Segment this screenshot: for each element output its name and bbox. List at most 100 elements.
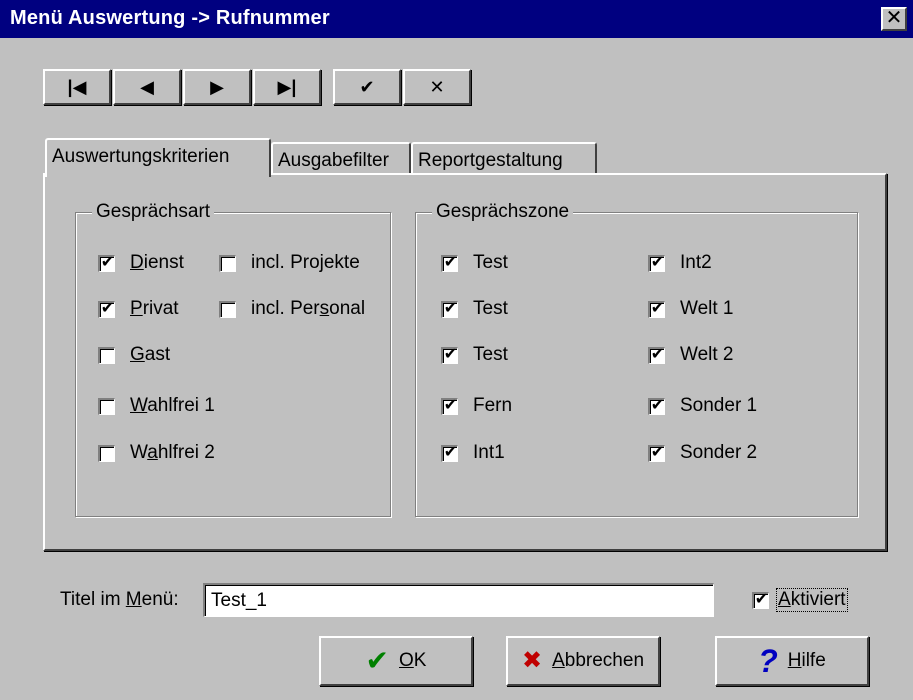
checkbox-label: Fern (473, 395, 513, 416)
titel-label: Titel im Menü: (60, 589, 179, 610)
checkbox-dienst[interactable]: ✔ Dienst (98, 252, 184, 274)
checkbox-box[interactable]: ✔ (648, 299, 665, 318)
checkbox-box[interactable]: ✔ (441, 254, 458, 272)
checkbox-box[interactable]: ✔ (98, 444, 115, 462)
checkbox-box[interactable]: ✔ (219, 300, 236, 318)
checkbox-label: Welt 2 (680, 344, 734, 365)
checkbox-box[interactable]: ✔ (648, 345, 665, 364)
checkbox-zone-sonder-1[interactable]: ✔ Sonder 1 (648, 395, 757, 417)
checkmark-icon: ✔ (359, 76, 375, 97)
titel-input[interactable]: Test_1 (203, 583, 714, 617)
checkbox-privat[interactable]: ✔ Privat (98, 298, 179, 320)
first-record-button[interactable]: |◀ (43, 69, 111, 105)
close-button[interactable]: ✕ (881, 7, 907, 31)
button-label: Hilfe (787, 650, 826, 671)
checkmark-icon: ✔ (100, 299, 115, 317)
checkmark-icon: ✔ (754, 590, 769, 608)
group-label-gespraechsart: Gesprächsart (92, 201, 215, 223)
checkbox-zone-int2[interactable]: ✔ Int2 (648, 252, 712, 274)
next-record-button[interactable]: ▶ (183, 69, 251, 105)
button-label: Abbrechen (552, 650, 645, 671)
checkbox-box[interactable]: ✔ (648, 253, 665, 272)
checkbox-label: Int1 (473, 442, 505, 463)
checkbox-box[interactable]: ✔ (98, 346, 115, 364)
confirm-button[interactable]: ✔ (333, 69, 401, 105)
checkmark-icon: ✔ (650, 443, 665, 461)
close-icon: ✕ (885, 7, 903, 29)
checkbox-box[interactable]: ✔ (441, 299, 458, 318)
group-label-gespraechszone: Gesprächszone (432, 201, 574, 223)
title-bar: Menü Auswertung -> Rufnummer ✕ (0, 0, 913, 38)
help-question-icon: ? (758, 643, 778, 679)
checkbox-zone-test-2[interactable]: ✔ Test (441, 298, 508, 320)
previous-record-button[interactable]: ◀ (113, 69, 181, 105)
checkbox-zone-test-3[interactable]: ✔ Test (441, 344, 508, 366)
checkbox-label: Sonder 2 (680, 442, 758, 463)
last-record-button[interactable]: ▶| (253, 69, 321, 105)
checkbox-zone-test-1[interactable]: ✔ Test (441, 252, 508, 274)
checkbox-label: Test (473, 344, 508, 365)
checkmark-icon: ✔ (443, 443, 458, 461)
checkbox-box[interactable]: ✔ (219, 254, 236, 272)
checkbox-incl-personal[interactable]: ✔ incl. Personal (219, 298, 365, 320)
checkmark-icon: ✔ (100, 253, 115, 271)
checkbox-label: incl. Personal (251, 298, 366, 319)
abbrechen-button[interactable]: ✖ Abbrechen (506, 636, 660, 686)
checkbox-label: Test (473, 298, 508, 319)
checkbox-label: Gast (130, 344, 171, 365)
tab-ausgabefilter[interactable]: Ausgabefilter (271, 142, 411, 173)
checkbox-label: Wahlfrei 1 (130, 395, 215, 416)
checkmark-icon: ✔ (443, 345, 458, 363)
checkbox-box[interactable]: ✔ (98, 299, 115, 318)
next-icon: ▶ (210, 76, 224, 97)
checkbox-label: Dienst (130, 252, 184, 273)
checkbox-box[interactable]: ✔ (648, 396, 665, 415)
checkbox-label: Sonder 1 (680, 395, 758, 416)
button-label: OK (399, 650, 427, 671)
checkbox-zone-fern[interactable]: ✔ Fern (441, 395, 512, 417)
checkbox-box[interactable]: ✔ (441, 443, 458, 462)
ok-button[interactable]: ✔ OK (319, 636, 473, 686)
checkbox-wahlfrei-1[interactable]: ✔ Wahlfrei 1 (98, 395, 215, 417)
checkbox-label: Int2 (680, 252, 712, 273)
checkbox-box[interactable]: ✔ (441, 396, 458, 415)
checkmark-icon: ✔ (650, 396, 665, 414)
checkbox-label: Test (473, 252, 508, 273)
green-check-icon: ✔ (365, 645, 389, 676)
red-x-icon: ✖ (521, 647, 543, 674)
checkbox-label: incl. Projekte (251, 252, 360, 273)
skip-first-icon: |◀ (67, 76, 87, 97)
skip-last-icon: ▶| (277, 76, 297, 97)
tab-reportgestaltung[interactable]: Reportgestaltung (411, 142, 597, 173)
tab-label: Ausgabefilter (278, 150, 389, 171)
checkbox-aktiviert[interactable]: ✔ Aktiviert (752, 588, 848, 612)
checkmark-icon: ✔ (443, 299, 458, 317)
checkbox-label: Wahlfrei 2 (130, 442, 215, 463)
x-icon: ✕ (429, 76, 445, 97)
checkbox-label: Welt 1 (680, 298, 734, 319)
checkbox-box[interactable]: ✔ (441, 345, 458, 364)
tab-label: Auswertungskriterien (52, 146, 230, 167)
checkbox-zone-welt-1[interactable]: ✔ Welt 1 (648, 298, 734, 320)
checkbox-zone-sonder-2[interactable]: ✔ Sonder 2 (648, 442, 757, 464)
active-tab-joint (47, 172, 269, 177)
checkbox-box[interactable]: ✔ (98, 253, 115, 272)
checkbox-wahlfrei-2[interactable]: ✔ Wahlfrei 2 (98, 442, 215, 464)
checkbox-zone-welt-2[interactable]: ✔ Welt 2 (648, 344, 734, 366)
hilfe-button[interactable]: ? Hilfe (715, 636, 869, 686)
checkmark-icon: ✔ (650, 345, 665, 363)
checkbox-label: Aktiviert (776, 588, 848, 612)
checkbox-zone-int1[interactable]: ✔ Int1 (441, 442, 505, 464)
checkmark-icon: ✔ (650, 299, 665, 317)
previous-icon: ◀ (140, 76, 154, 97)
checkbox-incl-projekte[interactable]: ✔ incl. Projekte (219, 252, 360, 274)
checkbox-box[interactable]: ✔ (648, 443, 665, 462)
checkbox-box[interactable]: ✔ (752, 590, 769, 609)
checkbox-gast[interactable]: ✔ Gast (98, 344, 170, 366)
checkmark-icon: ✔ (650, 253, 665, 271)
checkmark-icon: ✔ (443, 396, 458, 414)
window-title: Menü Auswertung -> Rufnummer (10, 7, 330, 29)
checkbox-box[interactable]: ✔ (98, 397, 115, 415)
discard-button[interactable]: ✕ (403, 69, 471, 105)
checkbox-label: Privat (130, 298, 179, 319)
